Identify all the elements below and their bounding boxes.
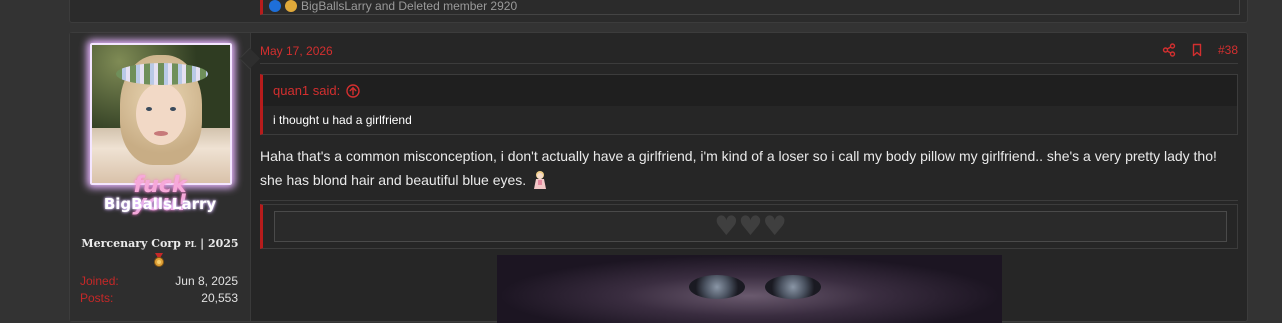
post-number-link[interactable]: #38 [1218, 43, 1238, 57]
quote-block: quan1 said: i thought u had a girlfriend [260, 74, 1238, 135]
post-date[interactable]: May 17, 2026 [260, 44, 333, 58]
signature-image [497, 255, 1002, 323]
quote-header[interactable]: quan1 said: [273, 83, 360, 98]
hearts-icon: ♥♥♥ [714, 211, 787, 242]
stat-joined: Joined: Jun 8, 2025 [80, 274, 238, 288]
reactions-bar[interactable]: BigBallsLarry and Deleted member 2920 [260, 0, 1240, 15]
signature-divider [260, 200, 1238, 201]
arrow-up-circle-icon[interactable] [346, 83, 360, 98]
post-message: Haha that's a common misconception, i do… [260, 144, 1235, 192]
share-icon[interactable] [1162, 43, 1176, 57]
signature: ♥♥♥ [260, 204, 1238, 249]
signature-box: ♥♥♥ [274, 211, 1227, 242]
message-text: Haha that's a common misconception, i do… [260, 148, 1217, 188]
quote-author[interactable]: quan1 said: [273, 83, 340, 98]
user-title: Mercenary Corp PL | 2025 [81, 237, 239, 250]
reactions-text[interactable]: BigBallsLarry and Deleted member 2920 [301, 0, 517, 13]
emoji-icon [534, 171, 547, 189]
post-header: May 17, 2026 #38 [260, 41, 1238, 64]
bookmark-icon[interactable] [1190, 43, 1204, 57]
stat-posts: Posts: 20,553 [80, 291, 238, 305]
forum-post: fuck you! BigBallsLarry Mercenary Corp P… [69, 32, 1248, 323]
previous-post: BigBallsLarry and Deleted member 2920 [69, 0, 1248, 23]
quote-text: i thought u had a girlfriend [273, 113, 412, 127]
username[interactable]: BigBallsLarry [70, 195, 250, 213]
medal-icon [154, 253, 164, 267]
user-info-panel: fuck you! BigBallsLarry Mercenary Corp P… [70, 33, 251, 321]
avatar[interactable] [90, 43, 232, 185]
like-reaction-icon [269, 0, 281, 12]
emoji-reaction-icon [285, 0, 297, 12]
